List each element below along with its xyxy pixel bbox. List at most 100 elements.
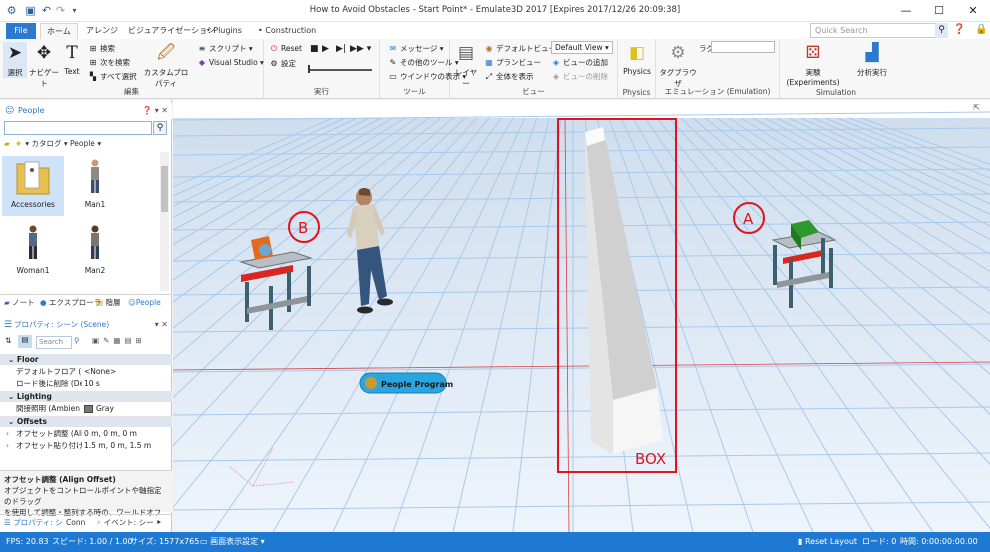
- select-button[interactable]: ➤ 選択: [3, 42, 27, 78]
- visual-studio-button[interactable]: ◆ Visual Studio ▾: [197, 57, 264, 68]
- catalog-dropdown[interactable]: カタログ: [31, 139, 61, 148]
- tab-hierarchy-label: 階層: [105, 298, 121, 307]
- tab-plugins[interactable]: • Plugins: [200, 23, 248, 39]
- minimize-button[interactable]: —: [895, 3, 917, 18]
- physics-button[interactable]: ◧ Physics: [621, 42, 653, 76]
- tab-connections[interactable]: Conn: [66, 516, 85, 529]
- speed-slider-thumb[interactable]: [308, 65, 310, 73]
- navigate-button[interactable]: ✥ ナビゲート: [28, 42, 60, 89]
- reset-button[interactable]: ⏻ Reset: [269, 43, 302, 54]
- other-tools-button[interactable]: ✎ その他のツール ▾: [388, 57, 459, 68]
- status-bar: FPS: 20.83 スピード: 1.00 / 1.00 サイズ: 1577x7…: [0, 532, 990, 552]
- lock-icon[interactable]: 🔒: [975, 24, 987, 35]
- tab-file[interactable]: File: [6, 23, 36, 39]
- prop-indirect-light[interactable]: 間接照明 (Ambien Gray: [0, 403, 172, 414]
- script-button[interactable]: ≡ スクリプト ▾: [197, 43, 253, 54]
- section-offsets[interactable]: ⌄ Offsets: [0, 416, 172, 427]
- people-program-badge[interactable]: People Program: [359, 372, 453, 394]
- catalog-item-woman1[interactable]: Woman1: [2, 222, 64, 282]
- tab-construction[interactable]: • Construction: [252, 23, 322, 39]
- physics-group-label: Physics: [622, 88, 651, 97]
- tab-people[interactable]: ☺People: [128, 296, 161, 309]
- select-all-button[interactable]: ▚ すべて選択: [88, 71, 137, 82]
- message-button[interactable]: ✉ メッセージ ▾: [388, 43, 444, 54]
- prop-key: オフセット貼り付け (F: [16, 441, 82, 450]
- step-button[interactable]: ▶|: [336, 44, 346, 55]
- tag-browser-button[interactable]: ⚙ タグブラウザ: [658, 42, 698, 89]
- catalog-scrollbar[interactable]: [160, 152, 169, 291]
- star-icon[interactable]: ★: [15, 139, 22, 148]
- help-icon[interactable]: ❓: [953, 24, 965, 35]
- custom-properties-button[interactable]: 🖉 カスタムプロパティ: [140, 42, 192, 89]
- expand-icon[interactable]: ›: [6, 428, 9, 439]
- prop-default-floor[interactable]: デフォルトフロア (Def<None>: [0, 366, 172, 377]
- properties-panel-title: ☰ プロパティ: シーン (Scene) ▾ ✕: [0, 318, 172, 332]
- people-filter-dropdown-icon[interactable]: ▾: [97, 139, 101, 148]
- people-filter-dropdown[interactable]: People: [70, 139, 95, 148]
- people-program-label: People Program: [381, 380, 453, 389]
- default-view-button[interactable]: ◉ デフォルトビュー: [484, 43, 557, 54]
- catalog-item-man1[interactable]: Man1: [64, 156, 126, 216]
- properties-search-input[interactable]: Search: [36, 336, 72, 349]
- tab-events[interactable]: ⚡ イベント: シー ⯈: [96, 516, 162, 529]
- properties-tool-icons[interactable]: ▣✎▦▤⊞: [92, 336, 146, 345]
- tab-arrange[interactable]: アレンジ: [80, 23, 124, 39]
- expand-icon[interactable]: ›: [6, 440, 9, 451]
- quick-search-input[interactable]: Quick Search: [810, 23, 936, 38]
- zoom-all-icon: ⤢: [485, 72, 493, 81]
- tab-hierarchy[interactable]: ▤ 階層: [96, 296, 120, 309]
- star-dropdown-icon[interactable]: ▾: [25, 139, 29, 148]
- catalog-item-label: Man1: [84, 200, 106, 209]
- delete-view-button[interactable]: ◈ ビューの削除: [551, 71, 608, 82]
- play-button[interactable]: ▶: [322, 44, 329, 55]
- analysis-button[interactable]: ▟ 分析実行: [854, 42, 890, 78]
- settings-button[interactable]: ⚙ 設定: [269, 58, 296, 69]
- tab-explorer[interactable]: ● エクスプローラ: [40, 296, 101, 309]
- find-next-button[interactable]: ⊞ 次を検索: [88, 57, 130, 68]
- tab-notes[interactable]: ▰ ノート: [4, 296, 35, 309]
- section-floor[interactable]: ⌄ Floor: [0, 354, 172, 365]
- settings-label: 設定: [281, 59, 296, 68]
- speed-slider[interactable]: [308, 69, 372, 71]
- catalog-item-accessories[interactable]: Accessories: [2, 156, 64, 216]
- prop-offset-paste[interactable]: › オフセット貼り付け (F1.5 m, 0 m, 1.5 m: [0, 440, 172, 451]
- people-search-input[interactable]: [4, 121, 152, 135]
- section-lighting[interactable]: ⌄ Lighting: [0, 391, 172, 402]
- fast-forward-button[interactable]: ▶▶ ▾: [350, 44, 371, 55]
- sort-icon[interactable]: ⇅: [5, 336, 11, 345]
- layer-button[interactable]: ▤ レイヤー: [452, 42, 480, 89]
- status-load: ロード: 0: [862, 537, 897, 546]
- catalog-dropdown-icon[interactable]: ▾: [64, 139, 68, 148]
- folder-icon[interactable]: ▰: [4, 139, 10, 148]
- tab-home[interactable]: ホーム: [40, 23, 78, 39]
- add-view-button[interactable]: ◈ ビューの追加: [551, 57, 608, 68]
- people-search-icon[interactable]: ⚲: [153, 121, 167, 135]
- status-reset-layout[interactable]: ▮ Reset Layout: [798, 532, 857, 552]
- properties-panel-controls[interactable]: ▾ ✕: [155, 318, 168, 332]
- view-dropdown[interactable]: Default View ▾: [551, 41, 613, 54]
- search-icon[interactable]: ⚲: [935, 23, 948, 38]
- experiments-button[interactable]: ⚄ 実験 (Experiments): [780, 42, 846, 87]
- catalog-scrollbar-thumb[interactable]: [161, 166, 168, 212]
- scene-canvas[interactable]: People Program BOX A B: [173, 100, 990, 532]
- 3d-viewport[interactable]: ⇱ People Program BOX A B: [173, 100, 990, 532]
- panel-controls[interactable]: ❓ ▾ ✕: [142, 103, 168, 119]
- text-button[interactable]: T Text: [61, 42, 83, 76]
- close-button[interactable]: ✕: [962, 3, 984, 18]
- maximize-button[interactable]: ☐: [928, 3, 950, 18]
- stop-button[interactable]: ■: [310, 44, 319, 55]
- search-button[interactable]: ⊞ 検索: [88, 43, 115, 54]
- category-icon[interactable]: ▤: [18, 335, 32, 348]
- catalog-item-man2[interactable]: Man2: [64, 222, 126, 282]
- property-description: オフセット調整 (Align Offset) オブジェクトをコントロールポイント…: [0, 470, 172, 528]
- select-all-icon: ▚: [89, 72, 97, 81]
- prop-offset-align[interactable]: › オフセット調整 (Alig 0 m, 0 m, 0 m: [0, 428, 172, 439]
- lag-input[interactable]: [711, 41, 775, 53]
- layers-icon: ▤: [457, 43, 475, 63]
- prop-delete-after-load[interactable]: ロード後に削除 (De 10 s: [0, 378, 172, 389]
- show-all-button[interactable]: ⤢ 全体を表示: [484, 71, 534, 82]
- tab-properties[interactable]: ☰ プロパティ: シ: [4, 516, 63, 529]
- status-display-settings[interactable]: ▭ 画面表示設定 ▾: [200, 532, 265, 552]
- plan-view-button[interactable]: ▦ プランビュー: [484, 57, 541, 68]
- properties-search-icon[interactable]: ⚲: [74, 336, 80, 345]
